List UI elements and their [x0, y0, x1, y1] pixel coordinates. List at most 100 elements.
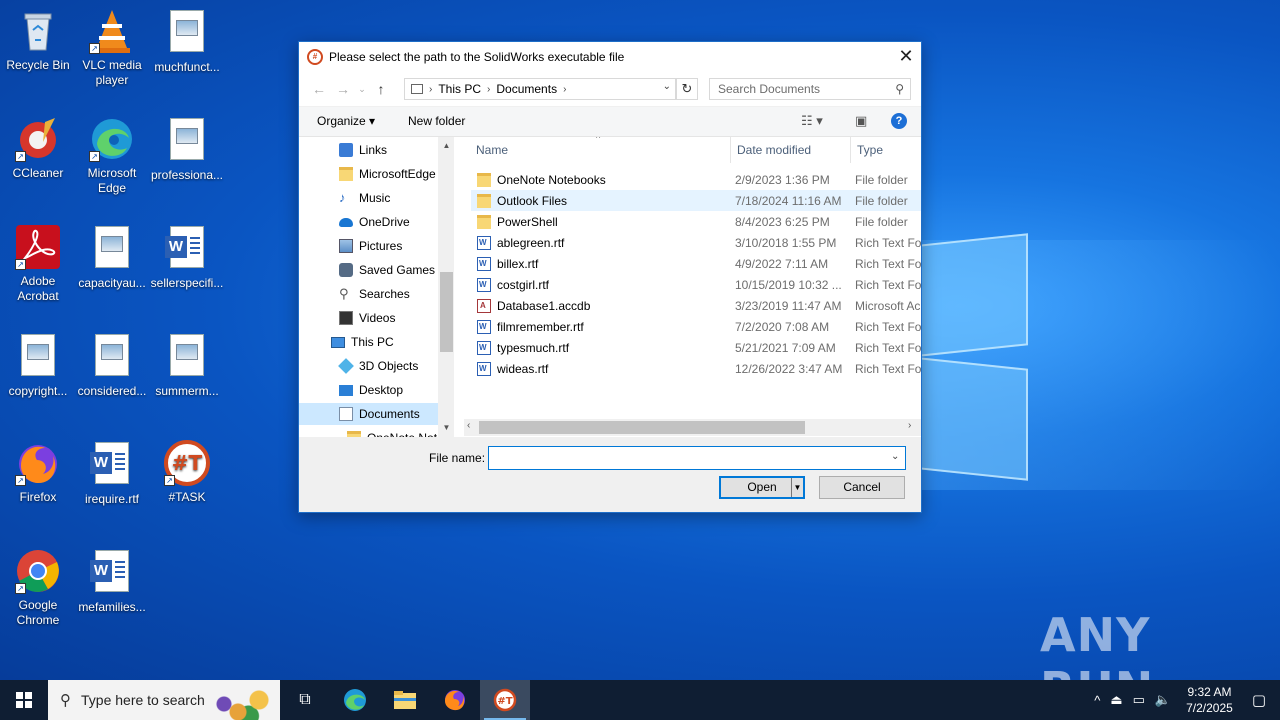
file-row[interactable]: billex.rtf4/9/2022 7:11 AMRich Text For	[471, 253, 921, 274]
desktop-icon-sellerspecifi[interactable]: W sellerspecifi...	[149, 224, 225, 291]
column-header-date[interactable]: Date modified	[737, 143, 811, 157]
chevron-up-icon[interactable]: ^	[1094, 693, 1100, 708]
forward-button[interactable]: →	[331, 81, 355, 97]
music-icon: ♪	[339, 190, 346, 205]
scrollbar-thumb[interactable]	[479, 421, 805, 434]
nav-item-saved-games[interactable]: Saved Games	[339, 259, 435, 281]
nav-item-documents[interactable]: Documents	[299, 403, 438, 425]
open-dropdown-icon[interactable]: ▼	[791, 478, 803, 497]
file-row[interactable]: Outlook Files 7/18/2024 11:16 AM File fold…	[471, 190, 921, 211]
action-center-icon[interactable]: ▢	[1252, 691, 1266, 709]
desktop-icon-ccleaner[interactable]: ↗ CCleaner	[0, 116, 76, 181]
column-header-name[interactable]: Name	[476, 143, 508, 157]
usb-device-icon[interactable]: ⏏	[1110, 692, 1122, 708]
nav-item-music[interactable]: ♪ Music	[339, 187, 390, 209]
file-row[interactable]: OneNote Notebooks 2/9/2023 1:36 PM File fo…	[471, 169, 921, 190]
desktop-icon-professiona[interactable]: professiona...	[149, 116, 225, 183]
open-button-label: Open	[747, 480, 777, 494]
file-name-label: File name:	[429, 451, 486, 465]
breadcrumb-separator-icon: ›	[429, 83, 433, 95]
taskbar-task-app[interactable]: #T	[480, 680, 530, 720]
desktop-icon-capacityau[interactable]: capacityau...	[74, 224, 150, 291]
back-button[interactable]: ←	[307, 81, 331, 97]
desktop-icon-vlc[interactable]: ↗ VLC media player	[74, 8, 150, 88]
column-divider[interactable]	[730, 137, 731, 163]
file-list-horizontal-scrollbar[interactable]: ‹ ›	[464, 419, 921, 436]
address-bar[interactable]: › This PC › Documents › ⌄	[404, 78, 676, 100]
breadcrumb-documents[interactable]: Documents	[496, 82, 557, 96]
breadcrumb-this-pc[interactable]: This PC	[438, 82, 481, 96]
taskbar-edge[interactable]	[330, 680, 380, 720]
nav-item-desktop[interactable]: Desktop	[339, 379, 403, 401]
file-row[interactable]: wideas.rtf12/26/2022 3:47 AMRich Text Fo…	[471, 358, 921, 379]
taskbar-file-explorer[interactable]	[380, 680, 430, 720]
desktop-icon-edge[interactable]: ↗ Microsoft Edge	[74, 116, 150, 196]
desktop-icon-muchfunct[interactable]: muchfunct...	[149, 8, 225, 75]
up-button[interactable]: ↑	[369, 81, 393, 97]
search-input[interactable]: Search Documents ⚲	[709, 78, 911, 100]
file-row[interactable]: costgirl.rtf10/15/2019 10:32 ...Rich Tex…	[471, 274, 921, 295]
volume-icon[interactable]: 🔈	[1155, 692, 1171, 708]
chevron-down-icon[interactable]: ⌄	[891, 451, 899, 462]
desktop-icon-copyright[interactable]: copyright...	[0, 332, 76, 399]
scroll-left-icon[interactable]: ‹	[467, 420, 470, 431]
file-row[interactable]: Database1.accdb3/23/2019 11:47 AMMicroso…	[471, 295, 921, 316]
folder-icon	[347, 431, 361, 437]
view-options-icon[interactable]: ☷ ▾	[801, 113, 823, 129]
nav-item-videos[interactable]: Videos	[339, 307, 395, 329]
forward-arrow-icon: →	[336, 81, 350, 97]
rtf-file-icon	[477, 235, 491, 250]
desktop-icon-mefamilies[interactable]: W mefamilies...	[74, 548, 150, 615]
file-row[interactable]: ablegreen.rtf3/10/2018 1:55 PMRich Text …	[471, 232, 921, 253]
desktop-icon-considered[interactable]: considered...	[74, 332, 150, 399]
taskbar-search-box[interactable]: ⚲ Type here to search	[48, 680, 280, 720]
desktop-icon-irequire[interactable]: W irequire.rtf	[74, 440, 150, 507]
file-open-dialog: # Please select the path to the SolidWor…	[298, 41, 922, 513]
scroll-right-icon[interactable]: ›	[908, 420, 911, 431]
nav-item-pictures[interactable]: Pictures	[339, 235, 402, 257]
chevron-down-icon[interactable]: ⌄	[663, 81, 671, 92]
search-icon: ⚲	[895, 82, 904, 96]
cancel-button[interactable]: Cancel	[819, 476, 905, 499]
desktop-icon-firefox[interactable]: ↗ Firefox	[0, 440, 76, 505]
new-folder-button[interactable]: New folder	[408, 114, 465, 128]
column-divider[interactable]	[850, 137, 851, 163]
nav-item-onedrive[interactable]: OneDrive	[339, 211, 410, 233]
desktop-icon-acrobat[interactable]: ↗ Adobe Acrobat	[0, 224, 76, 304]
nav-item-3d-objects[interactable]: 3D Objects	[338, 355, 418, 377]
nav-item-searches[interactable]: ⚲ Searches	[339, 283, 410, 305]
recent-locations-button[interactable]: ⌄	[355, 84, 369, 95]
nav-item-microsoftedge[interactable]: MicrosoftEdge	[339, 163, 436, 185]
nav-item-onenote[interactable]: OneNote Not	[347, 427, 437, 437]
dialog-titlebar[interactable]: # Please select the path to the SolidWor…	[299, 42, 921, 72]
preview-pane-icon[interactable]: ▣	[855, 113, 867, 129]
close-button[interactable]: ✕	[891, 42, 921, 72]
desktop-icon-task[interactable]: #T ↗ #TASK	[149, 440, 225, 505]
column-header-type[interactable]: Type	[857, 143, 883, 157]
network-icon[interactable]: ▭	[1133, 692, 1145, 708]
file-row[interactable]: typesmuch.rtf5/21/2021 7:09 AMRich Text …	[471, 337, 921, 358]
desktop-icon-chrome[interactable]: ↗ Google Chrome	[0, 548, 76, 628]
task-view-button[interactable]: ⧉	[280, 680, 330, 720]
file-row[interactable]: PowerShell 8/4/2023 6:25 PM File folder	[471, 211, 921, 232]
nav-item-links[interactable]: Links	[339, 139, 387, 161]
start-button[interactable]	[0, 680, 48, 720]
taskbar-firefox[interactable]	[430, 680, 480, 720]
image-file-icon	[89, 226, 135, 272]
scroll-down-icon[interactable]: ▼	[438, 423, 453, 432]
organize-button[interactable]: Organize ▾	[317, 114, 375, 128]
help-icon[interactable]: ?	[891, 113, 907, 129]
rtf-file-icon	[477, 319, 491, 334]
file-name-input[interactable]	[488, 446, 906, 470]
clock[interactable]: 9:32 AM 7/2/2025	[1186, 684, 1233, 716]
desktop-icon-recycle-bin[interactable]: Recycle Bin	[0, 8, 76, 73]
file-row[interactable]: filmremember.rtf7/2/2020 7:08 AMRich Tex…	[471, 316, 921, 337]
access-database-icon	[477, 298, 491, 313]
navigation-pane-scrollbar[interactable]: ▲ ▼	[438, 137, 453, 437]
desktop-icon-summerm[interactable]: summerm...	[149, 332, 225, 399]
scrollbar-thumb[interactable]	[440, 272, 453, 352]
nav-item-this-pc[interactable]: This PC	[331, 331, 394, 353]
open-button[interactable]: Open ▼	[719, 476, 805, 499]
refresh-button[interactable]: ↻	[676, 78, 698, 100]
scroll-up-icon[interactable]: ▲	[438, 141, 453, 150]
